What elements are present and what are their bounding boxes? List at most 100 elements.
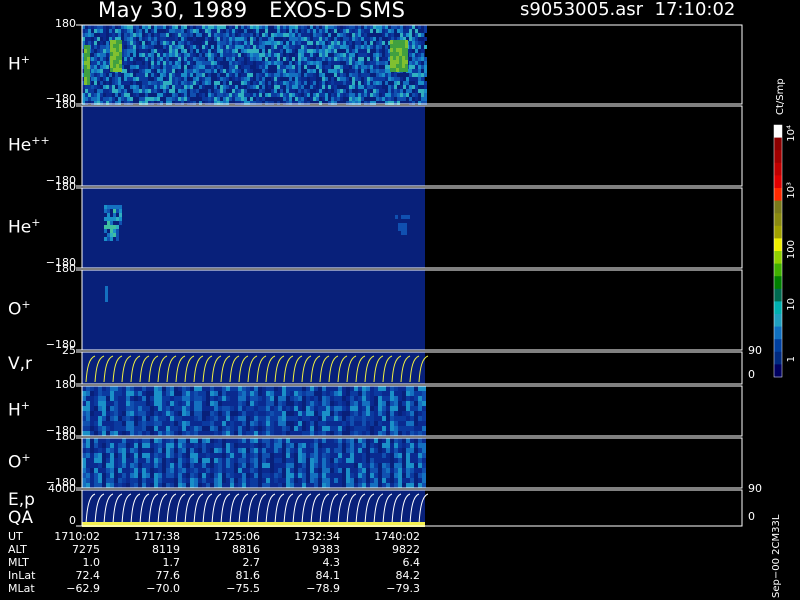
- spectro-cell: [254, 401, 258, 406]
- spectro-cell: [286, 33, 289, 37]
- spectro-cell: [218, 443, 222, 448]
- spectro-cell: [298, 33, 301, 37]
- spectro-cell: [394, 468, 398, 473]
- spectro-cell: [376, 77, 379, 81]
- spectro-cell: [307, 37, 310, 41]
- spectro-cell: [202, 29, 205, 33]
- spectro-cell: [358, 483, 362, 488]
- spectro-cell: [247, 93, 250, 97]
- spectro-cell: [106, 391, 110, 396]
- spectro-cell: [355, 61, 358, 65]
- spectro-cell: [295, 37, 298, 41]
- spectro-cell: [346, 473, 350, 478]
- spectro-cell: [340, 73, 343, 77]
- spectro-cell: [346, 85, 349, 89]
- spectro-cell: [390, 56, 393, 60]
- spectro-cell: [290, 478, 294, 483]
- spectro-cell: [151, 85, 154, 89]
- spectro-cell: [262, 478, 266, 483]
- spectro-cell: [133, 93, 136, 97]
- spectro-cell: [292, 73, 295, 77]
- spectro-cell: [160, 61, 163, 65]
- spectro-cell: [230, 421, 234, 426]
- spectro-cell: [166, 33, 169, 37]
- spectro-cell: [350, 468, 354, 473]
- panel-label-hep: He+: [8, 216, 40, 238]
- spectro-cell: [163, 41, 166, 45]
- spectro-cell: [278, 443, 282, 448]
- spectro-cell: [182, 396, 186, 401]
- spectro-cell: [286, 443, 290, 448]
- spectro-cell: [214, 463, 218, 468]
- spectro-cell: [126, 478, 130, 483]
- spectro-cell: [295, 53, 298, 57]
- spectro-cell: [318, 453, 322, 458]
- panel-label-sup: +: [20, 399, 31, 412]
- spectro-cell: [106, 49, 109, 53]
- spectro-cell: [145, 45, 148, 49]
- spectro-cell: [208, 57, 211, 61]
- spectro-cell: [412, 57, 415, 61]
- spectro-cell: [116, 233, 119, 237]
- panel-label-vr: V,r: [8, 354, 32, 374]
- spectro-cell: [198, 468, 202, 473]
- spectro-cell: [331, 61, 334, 65]
- ephemeris-row: InLat 72.4 77.6 81.6 84.1 84.2: [0, 569, 800, 582]
- spectro-cell: [298, 69, 301, 73]
- spectro-cell: [139, 53, 142, 57]
- spectro-cell: [354, 483, 358, 488]
- spectro-cell: [373, 45, 376, 49]
- spectro-cell: [334, 431, 338, 436]
- spectro-cell: [354, 411, 358, 416]
- spectro-cell: [157, 53, 160, 57]
- spectro-cell: [385, 33, 388, 37]
- spectro-cell: [102, 438, 106, 443]
- spectro-cell: [166, 85, 169, 89]
- spectro-cell: [187, 81, 190, 85]
- spectro-cell: [391, 85, 394, 89]
- ephemeris-value: 72.4: [75, 569, 101, 582]
- spectro-cell: [277, 69, 280, 73]
- spectro-cell: [88, 93, 91, 97]
- spectro-cell: [418, 73, 421, 77]
- spectro-cell: [126, 401, 130, 406]
- spectro-cell: [202, 443, 206, 448]
- spectro-cell: [222, 483, 226, 488]
- spectro-cell: [217, 57, 220, 61]
- spectro-cell: [230, 438, 234, 443]
- spectro-cell: [104, 209, 107, 213]
- spectro-cell: [295, 33, 298, 37]
- spectro-cell: [250, 73, 253, 77]
- spectro-cell: [382, 391, 386, 396]
- spectro-cell: [134, 458, 138, 463]
- spectro-cell: [118, 97, 121, 101]
- spectro-cell: [342, 391, 346, 396]
- spectro-cell: [355, 41, 358, 45]
- spectro-cell: [226, 478, 230, 483]
- spectro-cell: [124, 57, 127, 61]
- spectro-cell: [88, 89, 91, 93]
- spectro-cell: [266, 421, 270, 426]
- spectro-cell: [208, 61, 211, 65]
- spectro-cell: [226, 468, 230, 473]
- ephemeris-value: −78.9: [306, 582, 340, 595]
- spectro-cell: [172, 33, 175, 37]
- spectro-cell: [326, 396, 330, 401]
- spectro-cell: [274, 463, 278, 468]
- spectro-cell: [322, 443, 326, 448]
- spectro-cell: [370, 401, 374, 406]
- spectro-cell: [133, 45, 136, 49]
- spectro-cell: [401, 215, 404, 219]
- spectro-cell: [82, 421, 86, 426]
- spectro-cell: [151, 53, 154, 57]
- spectro-cell: [217, 37, 220, 41]
- spectro-cell: [403, 85, 406, 89]
- spectro-cell: [130, 49, 133, 53]
- spectro-cell: [94, 386, 98, 391]
- spectro-cell: [318, 406, 322, 411]
- spectro-cell: [106, 421, 110, 426]
- spectro-cell: [250, 416, 254, 421]
- panel-label-ep: E,p QA: [8, 490, 35, 528]
- spectro-cell: [388, 85, 391, 89]
- spectro-cell: [226, 438, 230, 443]
